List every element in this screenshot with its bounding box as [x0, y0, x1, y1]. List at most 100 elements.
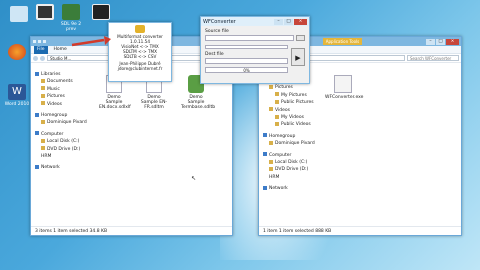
folder-icon [35, 131, 39, 136]
folder-icon [275, 114, 279, 119]
recycle-bin-icon [10, 6, 28, 22]
app-logo-icon [135, 25, 145, 33]
nav-item-label: Dominique Pivard [275, 141, 315, 147]
minimize-button[interactable]: – [274, 18, 283, 25]
desktop-icon-recycle[interactable] [6, 6, 32, 24]
folder-icon [275, 92, 279, 97]
folder-icon [41, 146, 45, 151]
nav-item[interactable]: Local Disk (C:) [263, 159, 315, 166]
wfconverter-window: WFConverter – □ × Source file Dest file … [200, 16, 310, 84]
source-file-field[interactable] [205, 35, 294, 41]
maximize-button[interactable]: □ [284, 18, 293, 25]
nav-item[interactable]: Dominique Pivard [35, 119, 87, 126]
file-item[interactable]: WFConverter.exe [325, 75, 363, 100]
right-window-controls: – □ × [426, 38, 460, 45]
left-content: Demo Sample EN.docx.sdlxlf Demo Sample E… [91, 71, 232, 226]
nav-item-label: Pictures [47, 94, 65, 100]
app-icon [36, 4, 54, 20]
folder-icon [41, 93, 45, 98]
nav-item[interactable]: Pictures [263, 84, 315, 91]
file-tab[interactable]: File [34, 45, 48, 54]
nav-item[interactable]: Dominique Pivard [263, 140, 315, 147]
folder-icon [269, 107, 273, 112]
folder-icon [269, 166, 273, 171]
folder-icon [275, 99, 279, 104]
convert-button[interactable]: ▶ [291, 48, 305, 66]
nav-item[interactable]: Libraries [35, 71, 87, 78]
nav-item[interactable]: Music [35, 86, 87, 93]
nav-item[interactable]: Computer [35, 131, 87, 138]
nav-item-label: Public Pictures [281, 100, 314, 106]
nav-item[interactable]: DVD Drive (D:) HRM [35, 146, 87, 161]
nav-item[interactable]: Network [35, 164, 87, 171]
folder-icon [263, 185, 267, 190]
nav-item-label: Computer [269, 152, 292, 158]
folder-icon [275, 121, 279, 126]
nav-item[interactable]: Public Pictures [263, 99, 315, 106]
source-label: Source file [205, 29, 229, 34]
left-status-bar: 3 items 1 item selected 34.8 KB [31, 226, 232, 235]
nav-item[interactable]: DVD Drive (D:) HRM [263, 166, 315, 181]
qat-icon[interactable] [38, 40, 41, 43]
minimize-button[interactable]: – [426, 38, 436, 45]
qat-icon[interactable] [33, 40, 36, 43]
nav-item-label: Network [41, 165, 60, 171]
desktop-icon-sdl[interactable]: SDL 9e 2 prev [58, 4, 84, 32]
wfconverter-titlebar[interactable]: WFConverter – □ × [201, 17, 309, 26]
nav-item-label: Pictures [275, 85, 293, 91]
nav-item-label: Libraries [41, 72, 61, 77]
red-arrow-icon [71, 36, 111, 47]
right-nav-pane: MusicPicturesMy PicturesPublic PicturesV… [259, 77, 315, 226]
nav-item[interactable]: Pictures [35, 93, 87, 100]
desktop-icon-firefox[interactable] [4, 44, 30, 62]
about-email: jdore@clubinternet.fr [117, 66, 163, 71]
folder-icon [35, 112, 39, 117]
nav-item-label: Videos [275, 107, 290, 113]
folder-icon [263, 152, 267, 157]
nav-item[interactable]: Videos [263, 107, 315, 114]
application-tools-tab[interactable]: Application Tools [322, 38, 363, 45]
folder-icon [41, 78, 45, 83]
nav-item-label: My Videos [281, 115, 304, 121]
nav-item-label: Videos [47, 101, 62, 107]
nav-item[interactable]: Computer [263, 152, 315, 159]
forward-icon[interactable] [40, 55, 45, 61]
browse-source-button[interactable] [296, 35, 305, 41]
folder-icon [263, 133, 267, 138]
close-button[interactable]: × [294, 18, 307, 25]
nav-item[interactable]: Videos [35, 101, 87, 108]
back-icon[interactable] [33, 55, 38, 61]
progress-text: 0% [243, 68, 250, 73]
dest-file-field[interactable] [205, 58, 288, 64]
left-nav-pane: Libraries Documents Music Pictures Videos Hom… [31, 71, 87, 226]
nav-item-label: DVD Drive (D:) HRM [41, 146, 81, 160]
desktop-icon-tool[interactable] [88, 4, 114, 22]
nav-item[interactable]: Documents [35, 78, 87, 85]
separator-bar [205, 45, 288, 49]
folder-icon [269, 84, 273, 89]
folder-icon [269, 159, 273, 164]
progress-bar: 0% [205, 67, 288, 73]
nav-item-label: Music [47, 86, 60, 92]
desktop-icon-word[interactable]: W Word 2010 [4, 84, 30, 107]
qat-icon[interactable] [43, 40, 46, 43]
nav-item[interactable]: Homegroup [263, 133, 315, 140]
search-input[interactable]: Search WFConverter [407, 55, 459, 61]
nav-item-label: Local Disk (C:) [275, 160, 308, 166]
nav-item[interactable]: My Pictures [263, 92, 315, 99]
nav-item[interactable]: My Videos [263, 114, 315, 121]
nav-item[interactable]: Public Videos [263, 121, 315, 128]
nav-item-label: Public Videos [281, 122, 311, 128]
maximize-button[interactable]: □ [436, 38, 446, 45]
nav-item[interactable]: Homegroup [35, 112, 87, 119]
folder-icon [41, 86, 45, 91]
folder-icon [35, 71, 39, 76]
dest-label: Dest file [205, 52, 224, 57]
tab-home[interactable]: Home [54, 47, 67, 52]
close-button[interactable]: × [446, 38, 460, 45]
nav-item-label: Local Disk (C:) [47, 139, 80, 145]
desktop-icon-app1[interactable] [32, 4, 58, 22]
nav-item[interactable]: Network [263, 185, 315, 192]
nav-item[interactable]: Local Disk (C:) [35, 138, 87, 145]
nav-item-label: Documents [47, 79, 73, 85]
